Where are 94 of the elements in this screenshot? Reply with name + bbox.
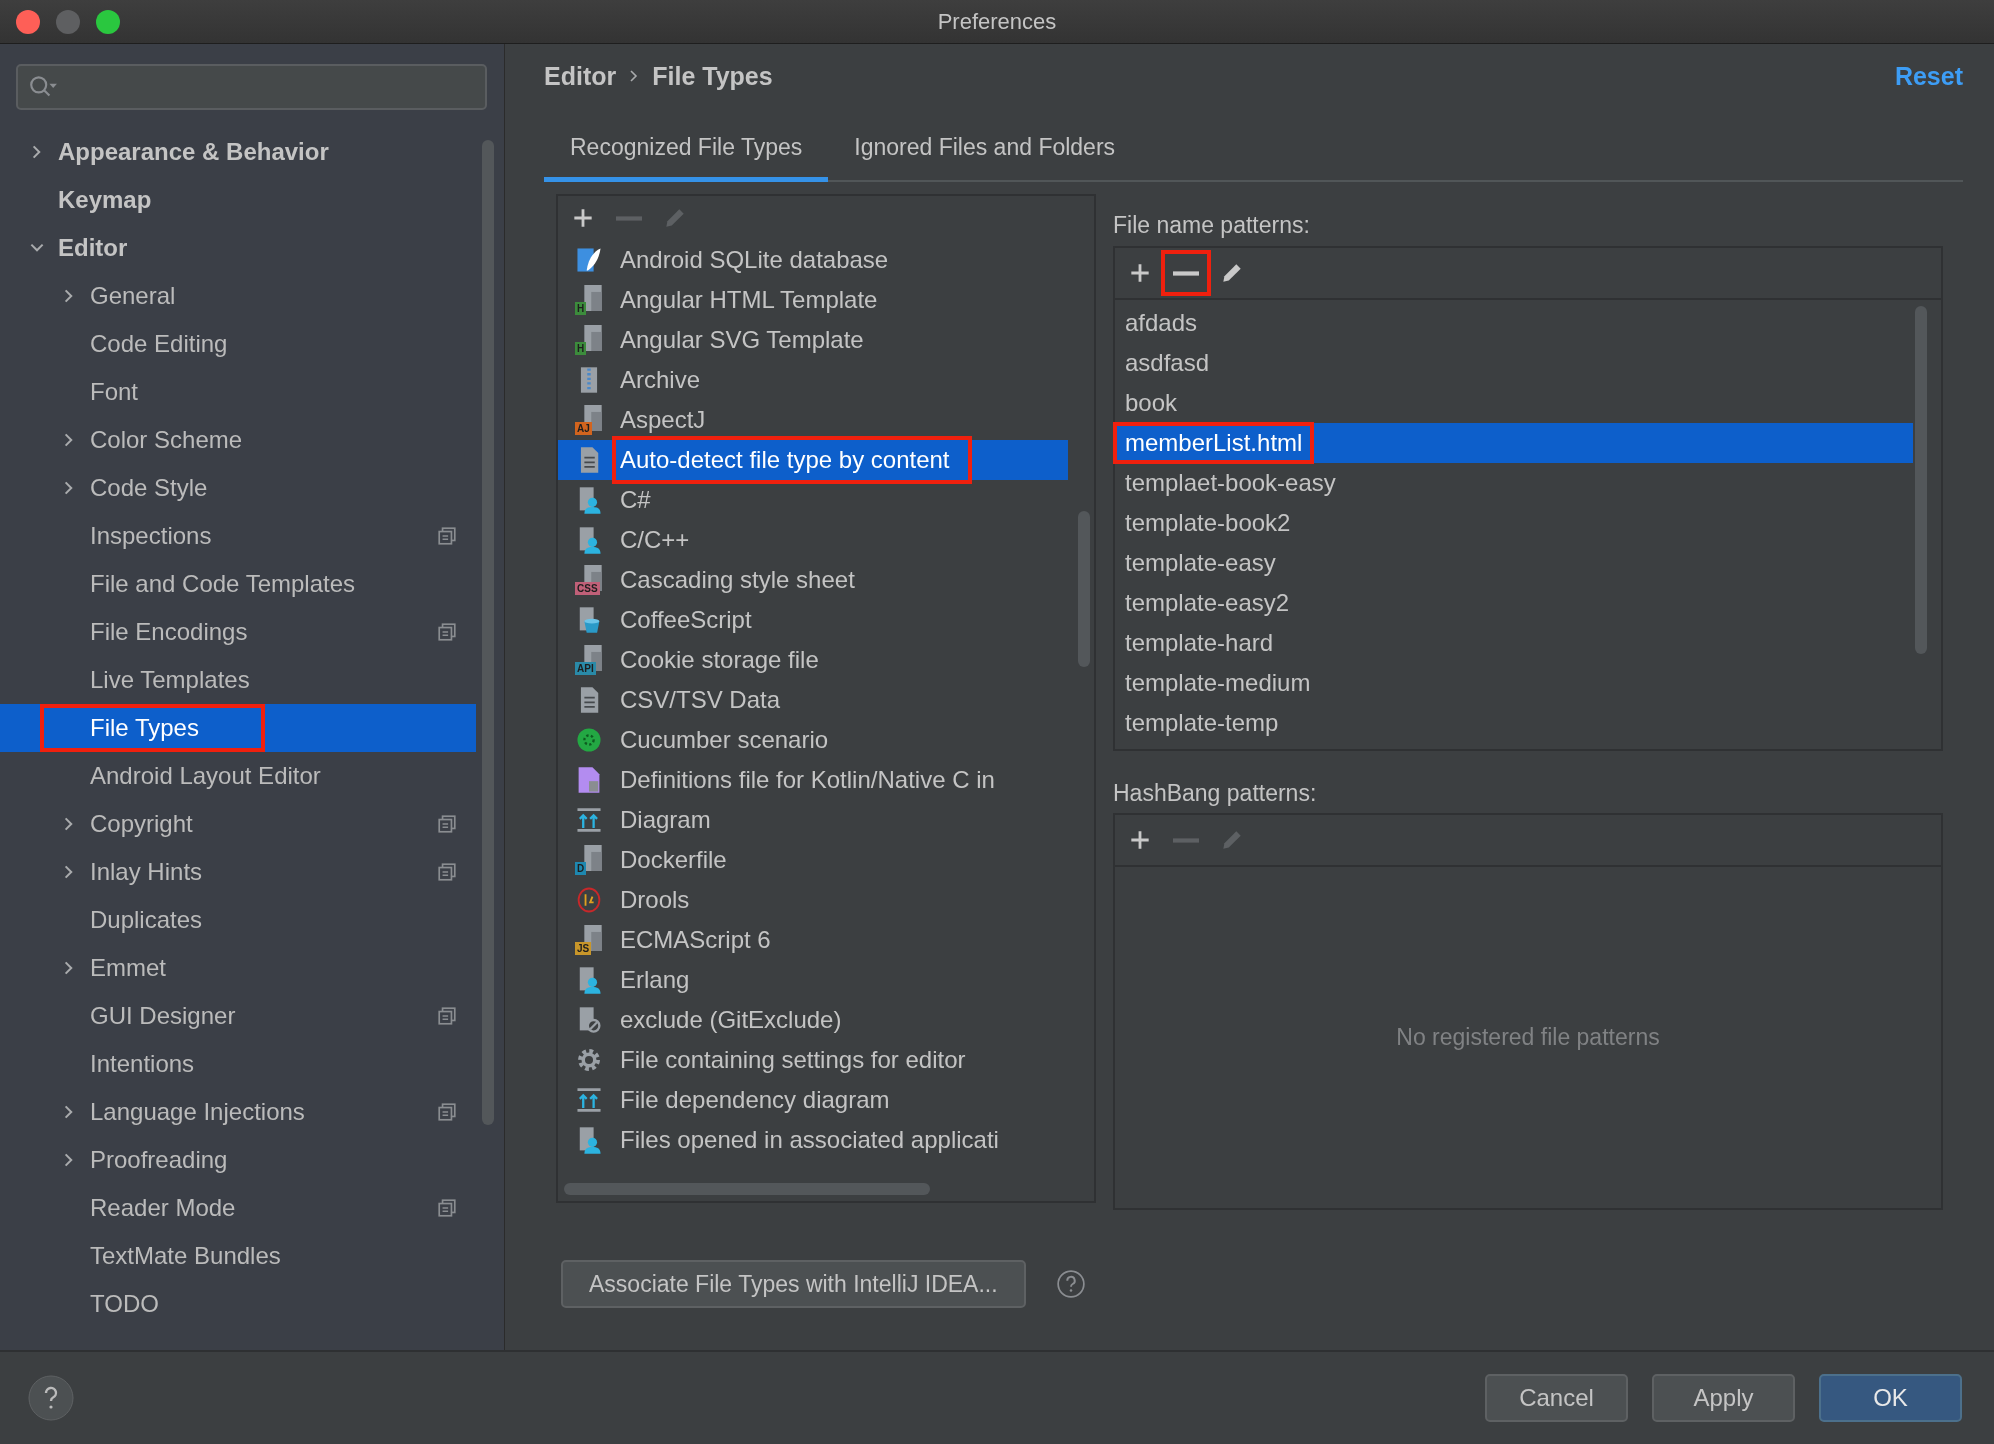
tree-item[interactable]: Inspections — [0, 512, 476, 560]
tree-item[interactable]: TextMate Bundles — [0, 1232, 476, 1280]
pattern-row[interactable]: book — [1115, 383, 1913, 423]
window-title: Preferences — [937, 8, 1057, 35]
pattern-row[interactable]: template-easy2 — [1115, 583, 1913, 623]
file-type-row[interactable]: Definitions file for Kotlin/Native C in — [558, 760, 1068, 800]
file-type-row[interactable]: C/C++ — [558, 520, 1068, 560]
tree-item[interactable]: Live Templates — [0, 656, 476, 704]
tree-item[interactable]: Language Injections — [0, 1088, 476, 1136]
close-window-button[interactable] — [16, 10, 40, 34]
file-type-row[interactable]: Android SQLite database — [558, 240, 1068, 280]
file-type-row[interactable]: C# — [558, 480, 1068, 520]
file-type-row[interactable]: File containing settings for editor — [558, 1040, 1068, 1080]
breadcrumb-item: Editor — [544, 61, 617, 91]
section-label: File name patterns: — [1113, 210, 1311, 240]
tree-item[interactable]: GUI Designer — [0, 992, 476, 1040]
pattern-row[interactable]: templaet-book-easy — [1115, 463, 1913, 503]
feather-icon — [574, 245, 604, 275]
tree-item[interactable]: Proofreading — [0, 1136, 476, 1184]
tree-item[interactable]: TODO — [0, 1280, 476, 1328]
toolbar-button[interactable] — [1161, 250, 1211, 296]
file-badge: D — [575, 862, 587, 875]
tree-item[interactable]: Reader Mode — [0, 1184, 476, 1232]
file-type-row[interactable]: exclude (GitExclude) — [558, 1000, 1068, 1040]
pattern-row[interactable]: template-temp — [1115, 703, 1913, 743]
tree-item[interactable]: Emmet — [0, 944, 476, 992]
file-badge: H — [575, 302, 587, 315]
scrollbar-thumb[interactable] — [1078, 511, 1090, 667]
file-type-row[interactable]: AJ AspectJ — [558, 400, 1068, 440]
file-icon — [584, 845, 602, 871]
file-type-row[interactable]: CSS Cascading style sheet — [558, 560, 1068, 600]
file-badge: JS — [575, 942, 592, 955]
empty-message: No registered file patterns — [1396, 1024, 1660, 1051]
help-button[interactable] — [28, 1375, 74, 1421]
breadcrumb-item: File Types — [652, 61, 773, 91]
reset-link[interactable]: Reset — [1894, 61, 1963, 91]
pattern-row[interactable]: template-medium — [1115, 663, 1913, 703]
search-field[interactable] — [16, 64, 487, 110]
pattern-row[interactable]: asdfasd — [1115, 343, 1913, 383]
section-label: HashBang patterns: — [1113, 778, 1318, 808]
tree-item[interactable]: Keymap — [0, 176, 476, 224]
file-type-row[interactable]: Diagram — [558, 800, 1068, 840]
pattern-row[interactable]: memberList.html — [1115, 423, 1913, 463]
tree-item[interactable]: Color Scheme — [0, 416, 476, 464]
pattern-row[interactable]: template-hard — [1115, 623, 1913, 663]
tree-item[interactable]: Appearance & Behavior — [0, 128, 476, 176]
file-type-row[interactable]: File dependency diagram — [558, 1080, 1068, 1120]
help-icon[interactable] — [1055, 1269, 1086, 1299]
tree-item[interactable]: File and Code Templates — [0, 560, 476, 608]
tree-item[interactable]: Intentions — [0, 1040, 476, 1088]
scrollbar-thumb[interactable] — [482, 140, 494, 1125]
tree-item[interactable]: File Types — [0, 704, 476, 752]
file-type-row[interactable]: Files opened in associated applicati — [558, 1120, 1068, 1160]
associate-button[interactable]: Associate File Types with IntelliJ IDEA... — [561, 1260, 1026, 1308]
tree-item[interactable]: Code Editing — [0, 320, 476, 368]
file-type-row[interactable]: CoffeeScript — [558, 600, 1068, 640]
tree-item[interactable]: File Encodings — [0, 608, 476, 656]
file-type-row[interactable]: API Cookie storage file — [558, 640, 1068, 680]
dialog-button[interactable]: Apply — [1652, 1374, 1795, 1422]
pattern-row[interactable]: template-book2 — [1115, 503, 1913, 543]
file-type-row[interactable]: Drools — [558, 880, 1068, 920]
file-type-row[interactable]: D Dockerfile — [558, 840, 1068, 880]
file-icon — [584, 325, 602, 351]
diagram-icon — [574, 1085, 604, 1115]
tree-item[interactable]: Font — [0, 368, 476, 416]
pattern-row[interactable]: template-easy — [1115, 543, 1913, 583]
file-badge: API — [575, 662, 596, 675]
tree-item[interactable]: Editor — [0, 224, 476, 272]
diagram-icon — [574, 805, 604, 835]
tree-item[interactable]: Copyright — [0, 800, 476, 848]
file-type-row[interactable]: H Angular SVG Template — [558, 320, 1068, 360]
file-type-row[interactable]: JS ECMAScript 6 — [558, 920, 1068, 960]
file-badge: H — [575, 342, 587, 355]
file-type-row[interactable]: Archive — [558, 360, 1068, 400]
file-type-row[interactable]: H Angular HTML Template — [558, 280, 1068, 320]
file-badge: AJ — [575, 422, 592, 435]
file-type-row[interactable]: CSV/TSV Data — [558, 680, 1068, 720]
tree-item[interactable]: General — [0, 272, 476, 320]
scrollbar-thumb[interactable] — [1915, 306, 1927, 654]
tree-item[interactable]: Duplicates — [0, 896, 476, 944]
tree-item[interactable]: Android Layout Editor — [0, 752, 476, 800]
tree-item[interactable]: Code Style — [0, 464, 476, 512]
tree-item[interactable]: Inlay Hints — [0, 848, 476, 896]
dialog-button[interactable]: Cancel — [1485, 1374, 1628, 1422]
file-badge: CSS — [575, 582, 600, 595]
tab[interactable]: Recognized File Types — [544, 122, 829, 182]
pattern-row[interactable]: afdads — [1115, 303, 1913, 343]
file-type-row[interactable]: Cucumber scenario — [558, 720, 1068, 760]
tab[interactable]: Ignored Files and Folders — [828, 122, 1142, 182]
file-icon — [584, 285, 602, 311]
dialog-button[interactable]: OK — [1819, 1374, 1962, 1422]
file-type-row[interactable]: Erlang — [558, 960, 1068, 1000]
scrollbar-thumb[interactable] — [564, 1183, 930, 1195]
zoom-window-button[interactable] — [96, 10, 120, 34]
